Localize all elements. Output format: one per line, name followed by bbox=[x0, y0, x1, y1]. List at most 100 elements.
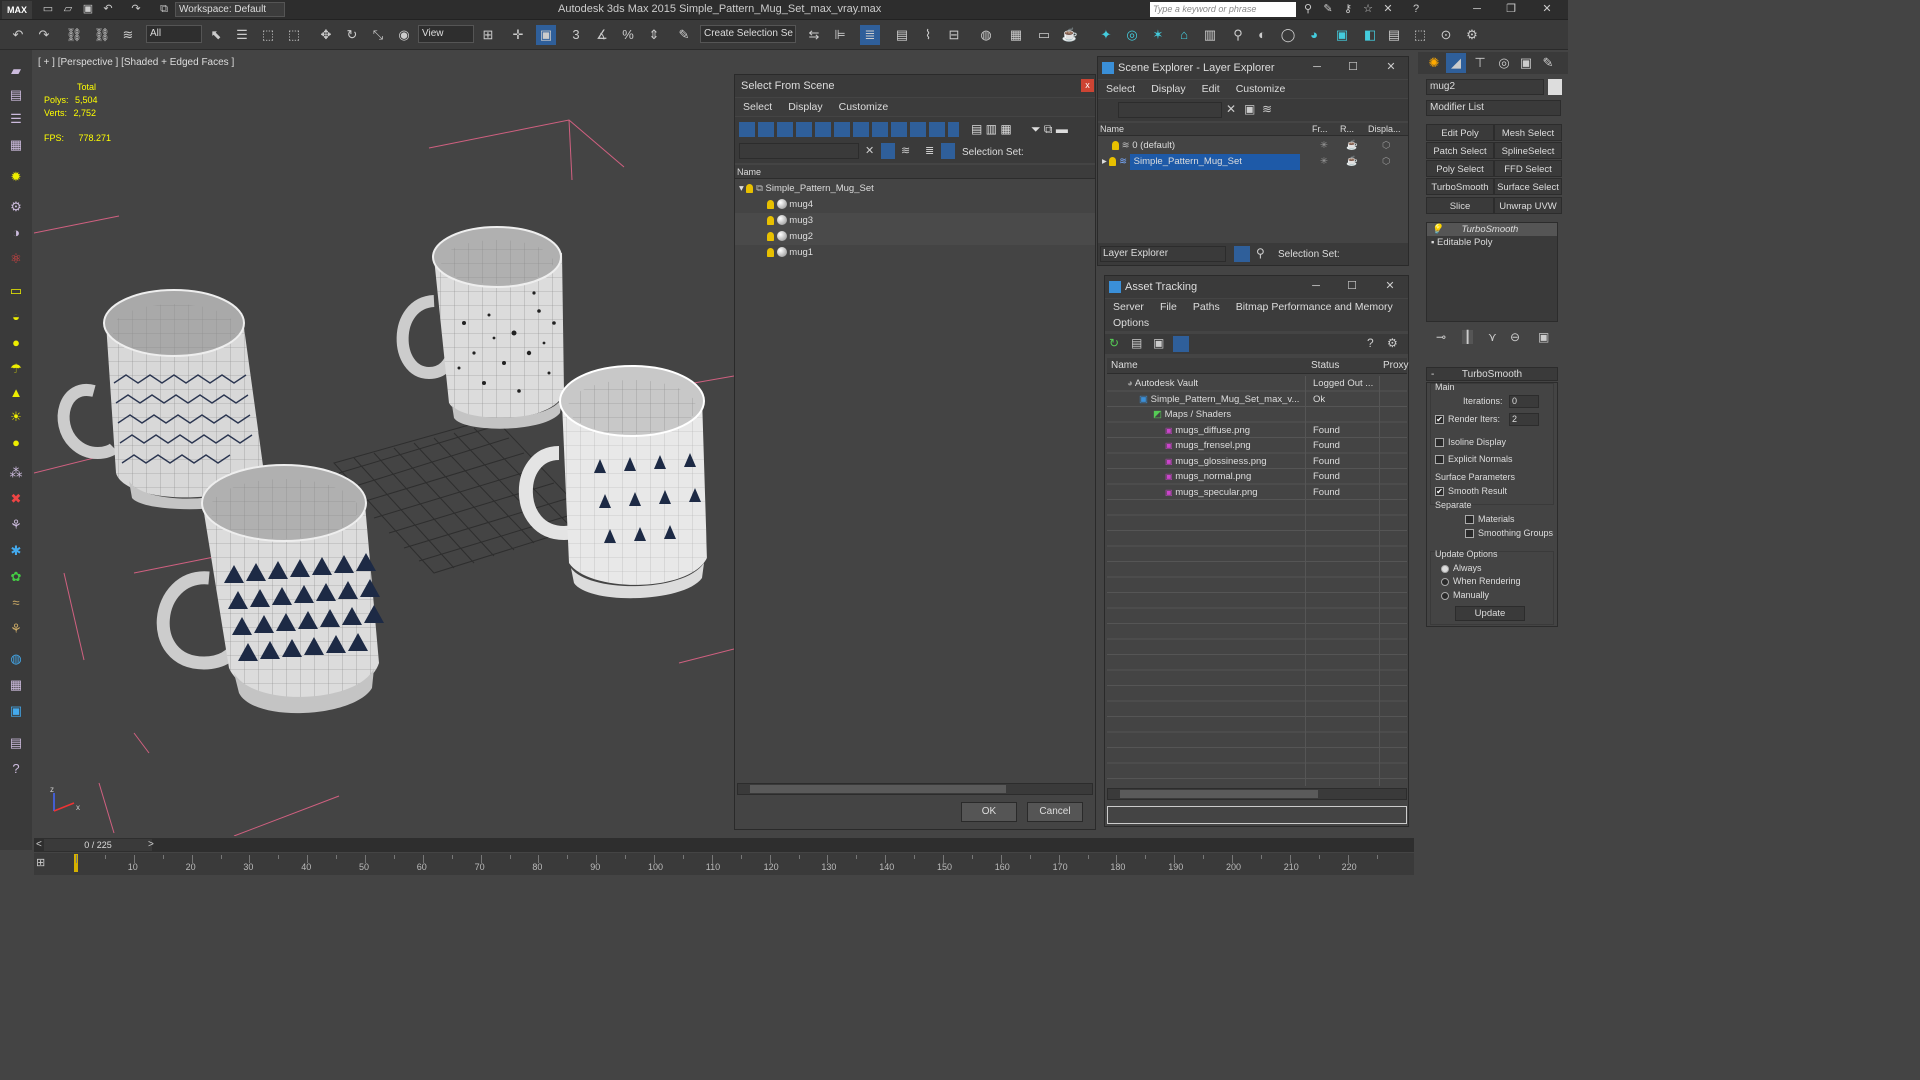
undo-icon[interactable]: ↶ bbox=[8, 25, 28, 45]
se-menu-select[interactable]: Select bbox=[1098, 80, 1143, 98]
render-iters-row[interactable]: ✔ Render Iters: bbox=[1435, 414, 1500, 425]
clear-find-icon[interactable]: ✕ bbox=[865, 144, 874, 157]
hierarchy-mode-icon[interactable]: ⚲ bbox=[1256, 246, 1265, 260]
turbosmooth-button[interactable]: TurboSmooth bbox=[1426, 178, 1494, 195]
edit-named-sel-icon[interactable]: ✎ bbox=[674, 25, 694, 45]
angle-snap-icon[interactable]: ∡ bbox=[592, 25, 612, 45]
cone-icon[interactable]: ▲ bbox=[6, 384, 26, 402]
keyboard-shortcut-icon[interactable]: ▣ bbox=[536, 25, 556, 45]
fur-icon[interactable]: ⚘ bbox=[6, 620, 26, 638]
undo-quick-icon[interactable]: ↶ bbox=[100, 2, 116, 17]
close-x-icon[interactable]: ✕ bbox=[1380, 2, 1396, 17]
materials-checkbox[interactable] bbox=[1465, 515, 1474, 525]
sun-icon[interactable]: ☀ bbox=[6, 408, 26, 426]
plane-icon[interactable]: ▭ bbox=[6, 282, 26, 300]
path-field[interactable] bbox=[1107, 806, 1407, 824]
modify-tab-icon[interactable]: ◢ bbox=[1446, 53, 1466, 73]
horizontal-scrollbar[interactable] bbox=[737, 783, 1093, 795]
stack-item-turbosmooth[interactable]: 💡 TurboSmooth bbox=[1427, 223, 1557, 236]
manually-row[interactable]: Manually bbox=[1441, 590, 1489, 600]
list-item[interactable]: mug2 bbox=[735, 229, 1095, 245]
window-crossing-icon[interactable]: ⬚ bbox=[284, 25, 304, 45]
isoline-row[interactable]: Isoline Display bbox=[1435, 437, 1506, 448]
vray-ipr-icon[interactable]: ⊙ bbox=[1436, 25, 1456, 45]
table-row[interactable]: ▣ mugs_specular.png Found bbox=[1107, 485, 1407, 501]
table-row[interactable]: ▣ mugs_normal.png Found bbox=[1107, 469, 1407, 485]
next-frame-icon[interactable]: > bbox=[148, 839, 154, 850]
always-radio[interactable] bbox=[1441, 564, 1449, 573]
calc-icon[interactable]: ▦ bbox=[6, 136, 26, 154]
at-menu-bitmap[interactable]: Bitmap Performance and Memory bbox=[1228, 299, 1401, 315]
rendered-frame-icon[interactable]: ▭ bbox=[1034, 25, 1054, 45]
patch-select-button[interactable]: Patch Select bbox=[1426, 142, 1494, 159]
viewport-label[interactable]: [ + ] [Perspective ] [Shaded + Edged Fac… bbox=[38, 57, 234, 68]
poly-select-button[interactable]: Poly Select bbox=[1426, 160, 1494, 177]
layer-row[interactable]: ▸ ≋ Simple_Pattern_Mug_Set ✳ ☕ ⬡ bbox=[1098, 154, 1408, 170]
perspective-viewport[interactable]: [ + ] [Perspective ] [Shaded + Edged Fac… bbox=[34, 53, 734, 836]
se-menu-edit[interactable]: Edit bbox=[1194, 80, 1228, 98]
motion-tab-icon[interactable]: ◎ bbox=[1494, 53, 1514, 73]
light-bulb-icon[interactable] bbox=[767, 199, 774, 209]
object-name-field[interactable]: mug2 bbox=[1426, 79, 1544, 95]
link-icon[interactable]: ⛓ bbox=[64, 25, 84, 45]
hierarchy-icon[interactable] bbox=[941, 143, 955, 159]
se-col-name[interactable]: Name bbox=[1100, 123, 1124, 136]
hair-icon[interactable]: ≈ bbox=[6, 594, 26, 612]
curve-editor-icon[interactable]: ⌇ bbox=[918, 25, 938, 45]
star-icon[interactable]: ☆ bbox=[1360, 2, 1376, 17]
helper-icon[interactable]: ◑ bbox=[6, 224, 26, 242]
at-col-proxy[interactable]: Proxy bbox=[1383, 358, 1409, 374]
help-icon[interactable]: ? bbox=[1408, 2, 1424, 17]
vray-material-icon[interactable]: ◕ bbox=[1304, 25, 1324, 45]
vray-toon-icon[interactable]: ▤ bbox=[1384, 25, 1404, 45]
at-menu-file[interactable]: File bbox=[1152, 299, 1185, 315]
when-rendering-row[interactable]: When Rendering bbox=[1441, 576, 1521, 586]
foliage-icon[interactable]: ✿ bbox=[6, 568, 26, 586]
display-filter-icons[interactable] bbox=[739, 122, 959, 137]
table-row[interactable]: ▣ mugs_frensel.png Found bbox=[1107, 438, 1407, 454]
frame-counter[interactable]: 0 / 225 bbox=[44, 839, 152, 851]
bulb-icon[interactable]: 💡 bbox=[1431, 224, 1443, 235]
display-toggle-icons[interactable]: ▤ ▥ ▦ bbox=[971, 122, 1021, 137]
smoothing-groups-row[interactable]: Smoothing Groups bbox=[1465, 528, 1553, 539]
select-manipulate-icon[interactable]: ✛ bbox=[508, 25, 528, 45]
sphere-light-icon[interactable]: ● bbox=[6, 334, 26, 352]
column-name[interactable]: Name bbox=[735, 165, 1095, 179]
vray-light-icon[interactable]: ✦ bbox=[1096, 25, 1116, 45]
rect-region-icon[interactable]: ⬚ bbox=[258, 25, 278, 45]
light-bulb-icon[interactable] bbox=[746, 183, 754, 193]
stack-item-editable-poly[interactable]: ▪ Editable Poly bbox=[1427, 236, 1557, 249]
particle-icon[interactable]: ⁂ bbox=[6, 464, 26, 482]
vray-proxy-icon[interactable]: ▥ bbox=[1200, 25, 1220, 45]
maximize-icon[interactable]: ❐ bbox=[1500, 2, 1522, 17]
manually-radio[interactable] bbox=[1441, 591, 1449, 600]
schematic-view-icon[interactable]: ⊟ bbox=[944, 25, 964, 45]
se-layer-add-icon[interactable]: ≋ bbox=[1262, 102, 1272, 116]
align-icon[interactable]: ⊫ bbox=[830, 25, 850, 45]
vray-mesh-icon[interactable]: ▣ bbox=[1332, 25, 1352, 45]
render-teapot-icon[interactable]: ☕ bbox=[1346, 138, 1358, 154]
render-production-icon[interactable]: ☕ bbox=[1060, 25, 1080, 45]
binoculars-icon[interactable]: ⚲ bbox=[1300, 2, 1316, 17]
dialog-close-button[interactable]: x bbox=[1081, 79, 1094, 92]
se-minimize-icon[interactable]: ─ bbox=[1306, 60, 1328, 75]
filter-active-icon[interactable] bbox=[881, 143, 895, 159]
fluid-icon[interactable]: ✱ bbox=[6, 542, 26, 560]
light-bulb-icon[interactable] bbox=[767, 215, 774, 225]
rotate-icon[interactable]: ↻ bbox=[342, 25, 362, 45]
modifier-list-dropdown[interactable]: Modifier List bbox=[1426, 100, 1561, 116]
slice-button[interactable]: Slice bbox=[1426, 197, 1494, 214]
selection-filter-dropdown[interactable]: All bbox=[146, 25, 202, 43]
spacewarp-icon[interactable]: ⚛ bbox=[6, 250, 26, 268]
at-col-status[interactable]: Status bbox=[1311, 358, 1339, 374]
menu-customize[interactable]: Customize bbox=[831, 98, 897, 116]
minimize-icon[interactable]: ─ bbox=[1466, 2, 1488, 17]
thumbnail-icon[interactable]: ▣ bbox=[1153, 336, 1164, 350]
list-item[interactable]: mug1 bbox=[735, 245, 1095, 261]
at-minimize-icon[interactable]: ─ bbox=[1305, 279, 1327, 294]
object-color-swatch[interactable] bbox=[1548, 79, 1562, 95]
make-unique-icon[interactable]: ⋎ bbox=[1488, 330, 1497, 344]
create-tab-icon[interactable]: ✺ bbox=[1424, 53, 1444, 73]
ffd-select-button[interactable]: FFD Select bbox=[1494, 160, 1562, 177]
at-help-icon[interactable]: ? bbox=[1367, 336, 1374, 350]
